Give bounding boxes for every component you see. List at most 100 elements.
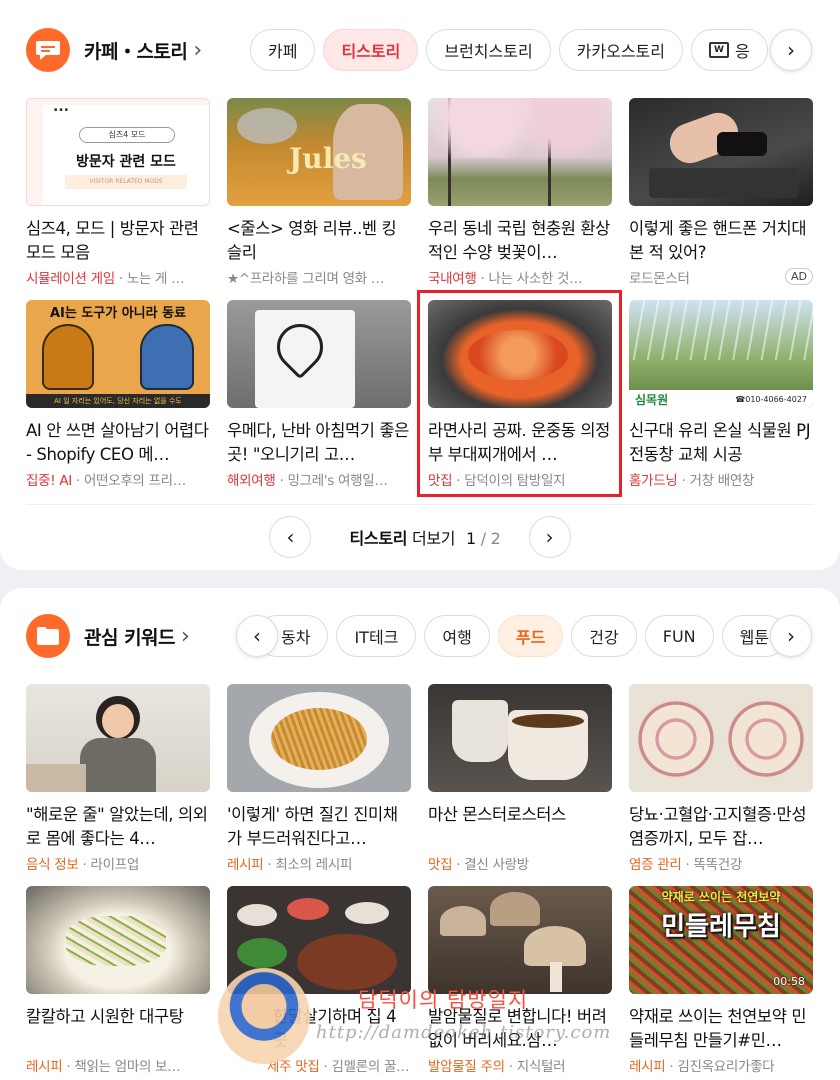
story-title: 심즈4, 모드 | 방문자 관련 모드 모음	[26, 219, 199, 262]
keyword-source: 결신 사랑방	[464, 857, 529, 873]
keyword-title: '이렇게' 하면 질긴 진미채가 부드러워진다고…	[227, 805, 398, 848]
thumb-search: 심즈4 모드	[79, 127, 175, 143]
story-meta: 해외여행 · 밍그레's 여행일…	[227, 473, 388, 489]
chip-more[interactable]: W 응	[691, 29, 768, 71]
interest-keyword-section: 관심 키워드 › 동차 IT테크 여행 푸드 건강 FUN 웹툰 ‹ › "해로…	[0, 588, 840, 1080]
keyword-item[interactable]: "해로운 줄" 알았는데, 의외로 몸에 좋다는 4… 음식 정보 · 라이프업	[26, 684, 210, 873]
story-meta: ★^프라하를 그리며 영화 …	[227, 267, 411, 287]
thumbnail	[629, 684, 813, 792]
thumbnail: ... 심즈4 모드 방문자 관련 모드 VISITOR RELATED MOD…	[26, 98, 210, 206]
chips-prev-button[interactable]: ‹	[236, 615, 278, 657]
chips-next-button[interactable]: ›	[770, 29, 812, 71]
story-source: 노는 게 …	[126, 271, 185, 287]
chip-brunch[interactable]: 브런치스토리	[426, 29, 551, 71]
thumbnail: 심목원 ☎010-4066-4027	[629, 300, 813, 408]
story-item[interactable]: AI는 도구가 아니라 동료 AI 일 자리는 있어도, 당신 자리는 없을 수…	[26, 300, 210, 489]
keyword-item[interactable]: 당뇨·고혈압·고지혈증·만성염증까지, 모두 잡… 염증 관리 · 똑똑건강	[629, 684, 813, 873]
keyword-meta: 맛집 · 결신 사랑방	[428, 857, 529, 873]
keyword-title: 당뇨·고혈압·고지혈증·만성염증까지, 모두 잡…	[629, 805, 807, 848]
keyword-chips: 동차 IT테크 여행 푸드 건강 FUN 웹툰	[256, 614, 790, 658]
pager-source: 티스토리	[349, 529, 408, 548]
thumb-title: 심목원	[635, 392, 669, 407]
pager-more: 더보기	[411, 529, 456, 548]
keyword-title: "해로운 줄" 알았는데, 의외로 몸에 좋다는 4…	[26, 805, 208, 848]
story-source: 나는 사소한 것…	[488, 271, 583, 287]
chevron-left-icon: ‹	[253, 624, 261, 648]
pager-prev-button[interactable]: ‹	[269, 516, 312, 558]
chip-tistory[interactable]: 티스토리	[323, 29, 419, 71]
thumbnail: AI는 도구가 아니라 동료 AI 일 자리는 있어도, 당신 자리는 없을 수…	[26, 300, 210, 408]
pager-next-button[interactable]: ›	[528, 516, 571, 558]
chip-it[interactable]: IT테크	[336, 615, 417, 657]
thumbnail	[428, 98, 612, 206]
thumb-subtitle: AI 일 자리는 있어도, 당신 자리는 없을 수도	[26, 394, 210, 408]
story-category: 집중! AI	[26, 473, 72, 489]
keyword-category: 레시피	[26, 1059, 63, 1075]
thumbnail	[227, 886, 411, 994]
story-title: 신구대 유리 온실 식물원 PJ전동창 교체 시공	[629, 421, 811, 464]
chip-cafe[interactable]: 카페	[250, 29, 316, 71]
highlight-box	[417, 290, 622, 497]
divider	[26, 504, 814, 505]
story-item[interactable]: 이렇게 좋은 핸드폰 거치대 본 적 있어? 로드몬스터 AD	[629, 98, 813, 287]
story-source: 로드몬스터	[629, 271, 690, 287]
thumb-title: AI는 도구가 아니라 동료	[49, 306, 187, 321]
keyword-title: 발암물질로 변합니다! 버려없이 버리세요.삼…	[428, 1007, 607, 1050]
thumbnail	[26, 886, 210, 994]
story-source: 거창 배연창	[689, 473, 755, 489]
story-category: 홈가드닝	[629, 473, 678, 489]
thumbnail	[227, 684, 411, 792]
chip-travel[interactable]: 여행	[424, 615, 490, 657]
story-item[interactable]: 심목원 ☎010-4066-4027 신구대 유리 온실 식물원 PJ전동창 교…	[629, 300, 813, 489]
thumbnail	[227, 300, 411, 408]
chips-next-button[interactable]: ›	[770, 615, 812, 657]
section-header[interactable]: 카페・스토리 ›	[26, 26, 202, 74]
thumbnail	[428, 886, 612, 994]
keyword-source: 똑똑건강	[693, 857, 742, 873]
story-source: 어떤오후의 프리…	[83, 473, 186, 489]
chip-kakaostory[interactable]: 카카오스토리	[558, 29, 683, 71]
keyword-category: 염증 관리	[629, 857, 682, 873]
keyword-meta: 발암물질 주의 · 지식털러	[428, 1059, 566, 1075]
story-title: 이렇게 좋은 핸드폰 거치대 본 적 있어?	[629, 219, 807, 262]
pager: ‹ 티스토리 더보기 1 / 2 ›	[0, 516, 840, 558]
keyword-title: 칼칼하고 시원한 대구탕	[26, 1007, 184, 1026]
story-item[interactable]: Jules <줄스> 영화 리뷰..벤 킹슬리 ★^프라하를 그리며 영화 …	[227, 98, 411, 287]
keyword-item[interactable]: 한달살기하며 집 4곳 제주 맛집 · 김멜론의 꿀…	[227, 886, 411, 1075]
keyword-item[interactable]: 마산 몬스터로스터스 맛집 · 결신 사랑방	[428, 684, 612, 873]
keyword-item[interactable]: '이렇게' 하면 질긴 진미채가 부드러워진다고… 레시피 · 최소의 레시피	[227, 684, 411, 873]
story-meta: 홈가드닝 · 거창 배연창	[629, 473, 755, 489]
section-header[interactable]: 관심 키워드 ›	[26, 612, 190, 660]
story-item[interactable]: ... 심즈4 모드 방문자 관련 모드 VISITOR RELATED MOD…	[26, 98, 210, 287]
keyword-category: 제주 맛집	[267, 1059, 320, 1075]
story-title: AI 안 쓰면 살아남기 어렵다 - Shopify CEO 메…	[26, 421, 209, 464]
keyword-item[interactable]: 약재로 쓰이는 천연보약 민들레무침 00:58 약재로 쓰이는 천연보약 민들…	[629, 886, 813, 1075]
chip-health[interactable]: 건강	[571, 615, 637, 657]
story-meta: 국내여행 · 나는 사소한 것…	[428, 271, 583, 287]
pager-label[interactable]: 티스토리 더보기 1 / 2	[349, 525, 500, 549]
keyword-item[interactable]: 발암물질로 변합니다! 버려없이 버리세요.삼… 발암물질 주의 · 지식털러	[428, 886, 612, 1075]
story-category: 시뮬레이션 게임	[26, 271, 115, 287]
keyword-meta: 레시피 · 최소의 레시피	[227, 857, 353, 873]
keyword-source: 김진옥요리가좋다	[677, 1059, 775, 1075]
chip-fun[interactable]: FUN	[644, 615, 714, 657]
keyword-source: 책읽는 엄마의 보…	[74, 1059, 181, 1075]
story-item[interactable]: 우리 동네 국립 현충원 환상적인 수양 벚꽃이… 국내여행 · 나는 사소한 …	[428, 98, 612, 287]
pager-sep: /	[480, 529, 486, 548]
thumbnail	[428, 684, 612, 792]
keyword-category: 맛집	[428, 857, 453, 873]
keyword-meta: 레시피 · 책읽는 엄마의 보…	[26, 1059, 181, 1075]
story-source: 밍그레's 여행일…	[287, 473, 388, 489]
chevron-left-icon: ‹	[286, 525, 295, 549]
keyword-title: 한달살기하며 집 4곳	[273, 1007, 397, 1050]
keyword-meta: 레시피 · 김진옥요리가좋다	[629, 1059, 775, 1075]
pager-current: 1	[466, 529, 476, 548]
story-item[interactable]: 우메다, 난바 아침먹기 좋은 곳! "오니기리 고… 해외여행 · 밍그레's…	[227, 300, 411, 489]
keyword-item[interactable]: 칼칼하고 시원한 대구탕 레시피 · 책읽는 엄마의 보…	[26, 886, 210, 1075]
story-title: 우메다, 난바 아침먹기 좋은 곳! "오니기리 고…	[227, 421, 409, 464]
video-duration: 00:58	[773, 975, 805, 988]
cafe-story-section: 카페・스토리 › 카페 티스토리 브런치스토리 카카오스토리 W 응 › ...…	[0, 0, 840, 570]
chip-food[interactable]: 푸드	[497, 615, 564, 657]
story-title: <줄스> 영화 리뷰..벤 킹슬리	[227, 219, 397, 262]
keyword-source: 지식털러	[516, 1059, 566, 1075]
